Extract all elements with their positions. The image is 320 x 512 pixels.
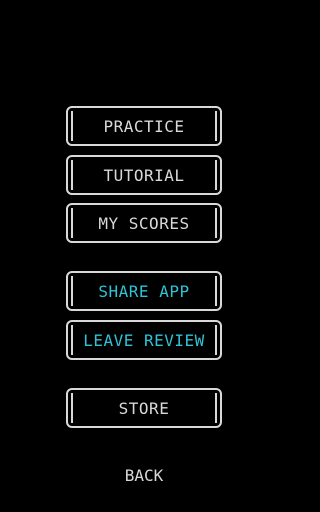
store-button-label: STORE bbox=[118, 398, 170, 418]
back-button[interactable]: BACK bbox=[0, 464, 288, 486]
leave-review-button[interactable]: LEAVE REVIEW bbox=[66, 320, 222, 360]
practice-button[interactable]: PRACTICE bbox=[66, 106, 222, 146]
my-scores-button[interactable]: MY SCORES bbox=[66, 203, 222, 243]
leave-review-button-label: LEAVE REVIEW bbox=[83, 330, 205, 350]
share-app-button-label: SHARE APP bbox=[98, 281, 190, 301]
tutorial-button[interactable]: TUTORIAL bbox=[66, 155, 222, 195]
share-app-button[interactable]: SHARE APP bbox=[66, 271, 222, 311]
tutorial-button-label: TUTORIAL bbox=[103, 165, 185, 185]
my-scores-button-label: MY SCORES bbox=[98, 213, 190, 233]
practice-button-label: PRACTICE bbox=[103, 116, 185, 136]
store-button[interactable]: STORE bbox=[66, 388, 222, 428]
